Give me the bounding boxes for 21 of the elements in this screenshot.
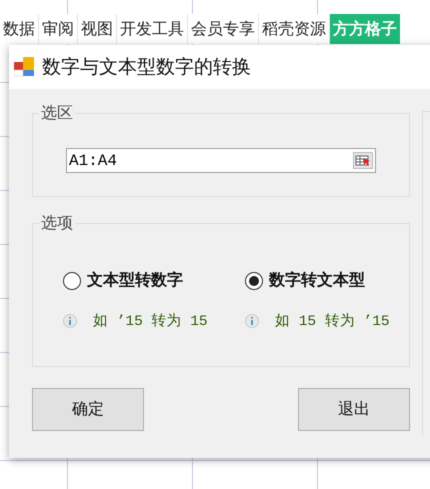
exit-button[interactable]: 退出: [298, 388, 410, 431]
info-icon: [245, 314, 259, 328]
hint-text: 如 ’15 转为 15: [93, 312, 208, 330]
group-title: 选区: [40, 103, 74, 124]
ribbon-tab[interactable]: 审阅: [39, 14, 78, 44]
ribbon-tab[interactable]: 开发工具: [117, 14, 188, 44]
range-picker-icon[interactable]: [353, 152, 373, 169]
ribbon-tab[interactable]: 会员专享: [188, 14, 259, 44]
radio-button[interactable]: [63, 272, 81, 290]
radio-option[interactable]: 文本型转数字: [63, 270, 245, 291]
ribbon-tab[interactable]: 数据: [0, 14, 39, 44]
hint-text: 如 15 转为 ’15: [275, 312, 390, 330]
info-icon: [63, 314, 77, 328]
radio-button[interactable]: [245, 272, 263, 290]
app-icon: [14, 57, 34, 77]
radio-option[interactable]: 数字转文本型: [245, 270, 415, 291]
range-field[interactable]: A1:A4: [66, 148, 376, 173]
group-title: 选项: [40, 213, 74, 234]
ok-button[interactable]: 确定: [32, 388, 144, 431]
ribbon-tab[interactable]: 视图: [78, 14, 117, 44]
window-title: 数字与文本型数字的转换: [42, 55, 251, 80]
